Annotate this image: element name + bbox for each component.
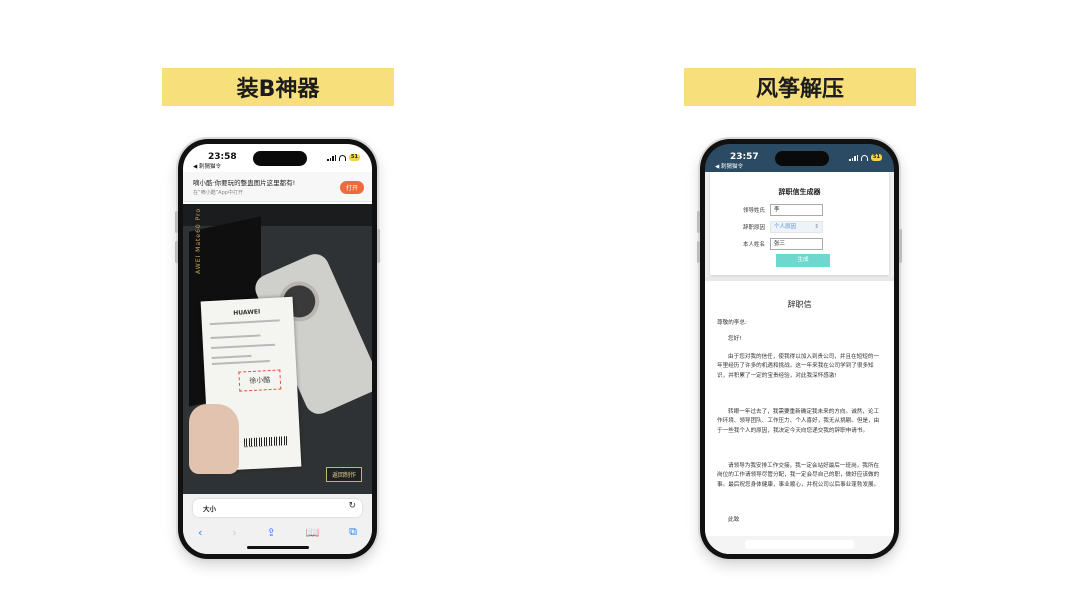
status-bar: 23:58 ◀ 刺猬猫令 51 [183,144,372,172]
volume-up-button [697,211,700,233]
left-phone: 23:58 ◀ 刺猬猫令 51 嘀小酷·你要玩的整蛊图片这里都有! 在“嘀小酷”… [175,139,380,559]
address-bar[interactable]: 大小 ↻ [193,499,362,517]
letter-closing: 此致 [728,517,740,523]
barcode-icon [243,436,289,448]
letter-salutation: 尊敬的李总: [717,320,747,326]
status-time: 23:57 [730,152,759,162]
app-banner: 嘀小酷·你要玩的整蛊图片这里都有! 在“嘀小酷”App中打开 打开 [183,172,372,202]
letter-title: 辞职信 [787,300,812,309]
status-icons: 51 [327,154,360,161]
signal-icon [849,154,859,161]
status-icons: 51 [849,154,882,161]
battery-icon: 51 [871,154,882,161]
volume-up-button [175,211,178,233]
phone-box-label: AWEI Mate60 Pro [195,207,202,274]
form-row-leader: 领导姓氏 李 [732,204,823,216]
reason-select-value: 个人原因 [774,224,797,230]
dynamic-island [775,151,829,166]
right-screen: 23:57 ◀ 刺猬猫令 51 辞职信生成器 领导姓氏 李 辞职原因 个人原因 … [705,144,894,554]
tabs-icon[interactable]: ⧉ [349,525,357,539]
receipt-brand: HUAWEI [233,308,261,317]
receipt-line [210,334,261,339]
reason-label: 辞职原因 [742,225,765,231]
slide: 装B神器 风筝解压 23:58 ◀ 刺猬猫令 51 嘀小酷·你要玩的整蛊图片这里… [0,0,1080,608]
forward-icon[interactable]: › [232,526,236,539]
app-banner-title: 嘀小酷·你要玩的整蛊图片这里都有! [193,179,296,187]
status-time: 23:58 [208,152,237,162]
generate-button[interactable]: 生成 [776,254,830,267]
letter-paragraph: 由于您对我的信任，使我得以加入到贵公司，并且在短短的一年里经历了许多的机遇和挑战… [717,354,880,379]
right-phone: 23:57 ◀ 刺猬猫令 51 辞职信生成器 领导姓氏 李 辞职原因 个人原因 … [697,139,902,559]
browser-toolbar: ‹ › ⇪ 📖 ⧉ [183,524,372,540]
letter-paragraph: 转眼一年过去了，我需要重新确定我未来的方向。诚然，论工作环境、领导团队、工作压力… [717,409,880,434]
share-icon[interactable]: ⇪ [267,526,276,539]
wifi-icon [339,154,347,161]
form-row-reason: 辞职原因 个人原因 ⇕ [732,221,823,233]
letter-paragraph: 请领导为我安排工作交接，我一定会站好最后一班岗，我所在岗位的工作请领导尽管分配，… [717,463,880,488]
receipt-line [211,359,270,365]
back-to-app-link[interactable]: ◀ 刺猬猫令 [193,162,221,170]
dynamic-island [253,151,307,166]
leader-surname-input[interactable]: 李 [770,204,823,216]
reload-icon[interactable]: ↻ [348,501,356,511]
generated-photo: AWEI Mate60 Pro HUAWEI 徐小酷 返回制作 [183,204,372,494]
hand-image [189,404,239,474]
browser-bottom-bar: 大小 ↻ ‹ › ⇪ 📖 ⧉ [183,494,372,554]
own-name-input[interactable]: 张三 [770,238,823,250]
back-icon[interactable]: ‹ [198,526,202,539]
power-button [377,229,380,263]
receipt-signature: 徐小酷 [238,369,282,392]
power-button [899,229,902,263]
signal-icon [327,154,337,161]
receipt-line [211,343,276,349]
right-banner: 风筝解压 [684,68,916,106]
left-screen: 23:58 ◀ 刺猬猫令 51 嘀小酷·你要玩的整蛊图片这里都有! 在“嘀小酷”… [183,144,372,554]
left-banner: 装B神器 [162,68,394,106]
status-bar: 23:57 ◀ 刺猬猫令 51 [705,144,894,172]
battery-icon: 51 [349,154,360,161]
letter-greeting: 您好! [728,336,742,342]
app-banner-subtitle: 在“嘀小酷”App中打开 [193,190,243,196]
address-pill[interactable] [745,540,854,549]
back-to-app-link[interactable]: ◀ 刺猬猫令 [715,162,743,170]
select-arrow-icon: ⇕ [814,224,819,230]
receipt-line [209,319,280,325]
bookmarks-icon[interactable]: 📖 [306,526,320,539]
leader-surname-label: 领导姓氏 [742,208,765,214]
letter-generator-form: 辞职信生成器 领导姓氏 李 辞职原因 个人原因 ⇕ 本人姓名 张三 生成 [710,172,889,275]
reason-select[interactable]: 个人原因 ⇕ [770,221,823,233]
volume-down-button [697,241,700,263]
back-to-edit-button[interactable]: 返回制作 [325,467,362,482]
browser-bottom-strip [705,536,894,554]
own-name-label: 本人姓名 [742,242,765,248]
form-title: 辞职信生成器 [778,188,821,196]
home-indicator [247,546,309,549]
open-app-button[interactable]: 打开 [339,181,364,194]
resignation-letter: 辞职信 尊敬的李总: 您好! 由于您对我的信任，使我得以加入到贵公司，并且在短短… [705,281,894,554]
wifi-icon [861,154,869,161]
volume-down-button [175,241,178,263]
form-row-name: 本人姓名 张三 [732,238,823,250]
receipt-line [211,354,252,359]
keyboard-image [183,204,372,226]
address-text: 大小 [203,505,216,513]
